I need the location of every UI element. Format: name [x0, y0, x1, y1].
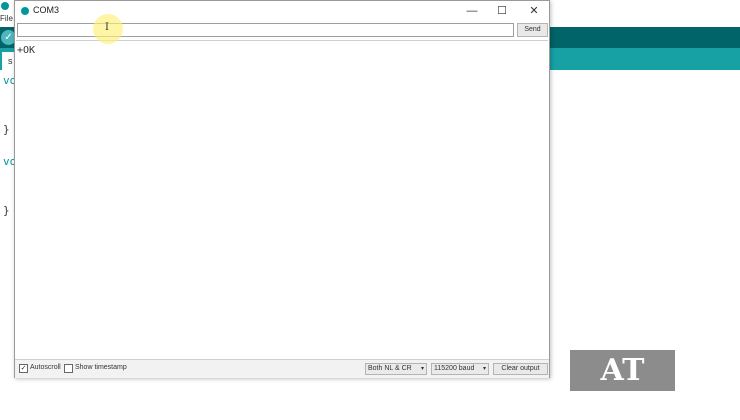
serial-monitor-window: COM3 — ☐ ✕ Send +OK ✓ Autoscroll Show ti… [14, 0, 550, 378]
autoscroll-label: Autoscroll [30, 364, 61, 371]
status-bar: ✓ Autoscroll Show timestamp Both NL & CR… [15, 359, 549, 378]
title-bar[interactable]: COM3 — ☐ ✕ [15, 1, 549, 21]
at-badge: AT [570, 350, 675, 391]
send-button[interactable]: Send [517, 23, 548, 37]
close-button[interactable]: ✕ [521, 3, 547, 19]
timestamp-label: Show timestamp [75, 364, 127, 371]
serial-input[interactable] [17, 23, 514, 37]
output-line: +OK [17, 45, 36, 56]
arduino-logo-icon [1, 2, 9, 10]
menu-file[interactable]: File [0, 14, 13, 23]
sketch-tab[interactable]: s [2, 52, 14, 70]
clear-output-button[interactable]: Clear output [493, 363, 548, 375]
timestamp-checkbox[interactable] [64, 364, 73, 373]
line-ending-select[interactable]: Both NL & CR ▾ [365, 363, 427, 375]
text-cursor-icon: I [105, 22, 109, 33]
baud-rate-value: 115200 baud [434, 365, 475, 372]
autoscroll-checkbox[interactable]: ✓ [19, 364, 28, 373]
chevron-down-icon: ▾ [420, 366, 424, 372]
arduino-icon [21, 7, 29, 15]
baud-rate-select[interactable]: 115200 baud ▾ [431, 363, 489, 375]
window-title: COM3 [33, 5, 60, 15]
chevron-down-icon: ▾ [482, 366, 486, 372]
code-line: } [3, 123, 10, 136]
line-ending-value: Both NL & CR [368, 365, 412, 372]
minimize-button[interactable]: — [459, 3, 485, 19]
serial-output[interactable]: +OK [16, 40, 548, 359]
maximize-button[interactable]: ☐ [489, 3, 515, 19]
code-line: } [3, 204, 10, 217]
